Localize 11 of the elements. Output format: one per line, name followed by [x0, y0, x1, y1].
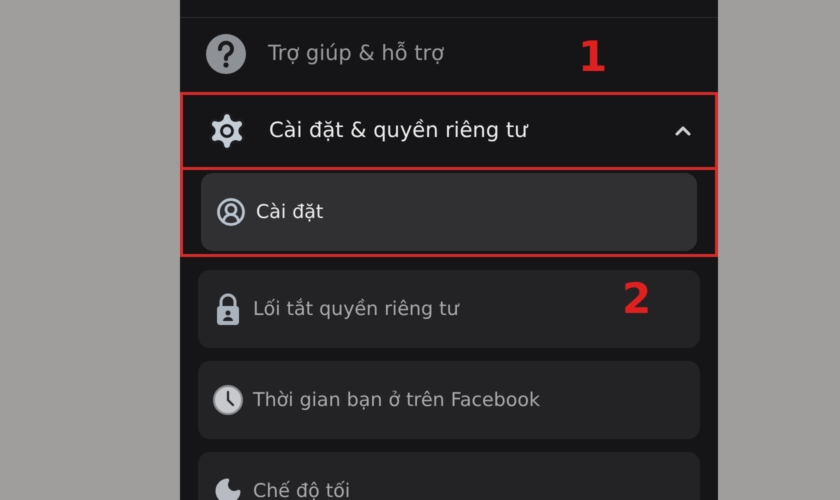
menu-card[interactable]: Cài đặt: [201, 173, 697, 251]
menu-item[interactable]: Trợ giúp & hỗ trợ: [180, 18, 470, 90]
person-circle-icon: [216, 197, 246, 227]
lock-icon: [216, 293, 240, 325]
step-number: 2: [622, 278, 652, 320]
section-header[interactable]: Cài đặt & quyền riêng tư: [183, 95, 715, 167]
menu-card[interactable]: Chế độ tối: [198, 452, 700, 500]
help-icon: [206, 34, 246, 74]
clock-icon: [213, 385, 243, 415]
step-number: 1: [578, 36, 608, 78]
menu-card[interactable]: Thời gian bạn ở trên Facebook: [198, 361, 700, 439]
